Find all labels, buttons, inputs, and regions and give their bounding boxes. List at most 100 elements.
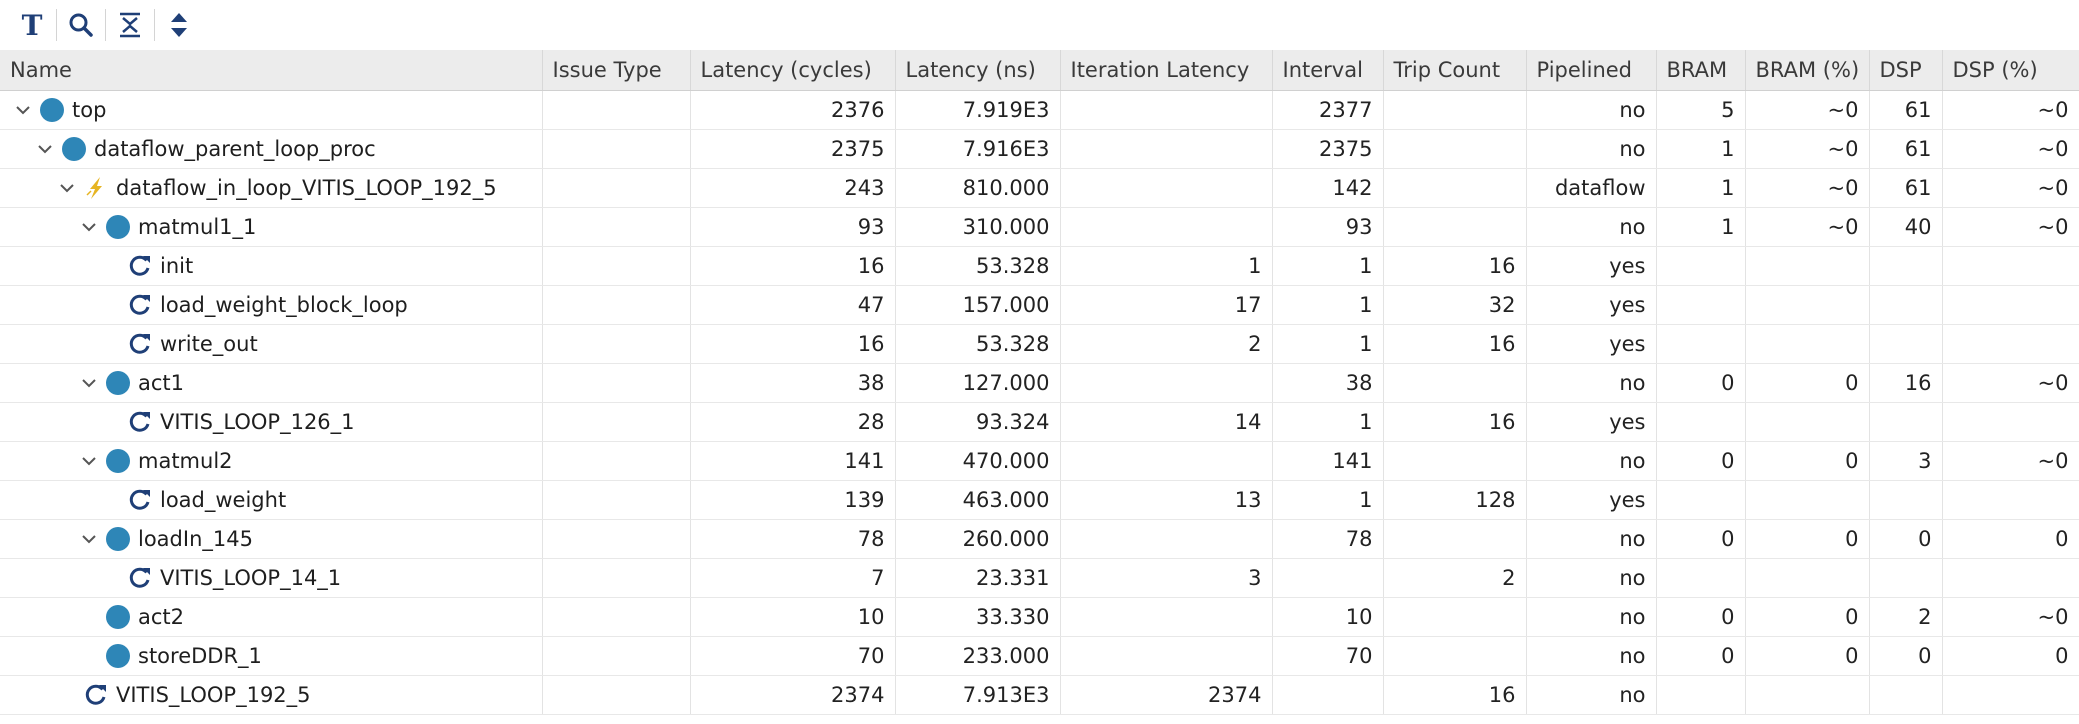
chevron-down-icon[interactable] [30, 140, 60, 158]
cell-trip-count: 16 [1383, 402, 1527, 442]
cell-bram: 0 [1745, 363, 1870, 403]
column-header-bram[interactable]: BRAM (%) [1745, 50, 1870, 91]
cell-dsp: 61 [1869, 168, 1943, 208]
table-row[interactable]: dataflow_in_loop_VITIS_LOOP_192_5 243 810.… [0, 168, 2079, 208]
table-row[interactable]: write_out 16 53.328 2 1 16 yes [0, 324, 2079, 364]
cell-trip-count [1383, 363, 1527, 403]
column-header-pipelined[interactable]: Pipelined [1526, 50, 1657, 91]
toolbar: T [0, 0, 2079, 50]
cell-latency-ns: 53.328 [895, 246, 1061, 286]
cell-pipelined: no [1526, 636, 1657, 676]
cell-pipelined: no [1526, 207, 1657, 247]
cell-bram [1656, 480, 1746, 520]
table-row[interactable]: load_weight_block_loop 47 157.000 17 1 32 yes [0, 285, 2079, 325]
cell-interval [1272, 558, 1384, 598]
row-name-label: dataflow_parent_loop_proc [94, 136, 376, 161]
row-name-label: VITIS_LOOP_14_1 [160, 565, 342, 590]
cell-trip-count: 16 [1383, 324, 1527, 364]
cell-pipelined: no [1526, 129, 1657, 169]
cell-dsp [1942, 558, 2079, 598]
table-row[interactable]: matmul1_1 93 310.000 93 no 1 ~0 40 ~0 [0, 207, 2079, 247]
chevron-down-icon[interactable] [74, 530, 104, 548]
loop-icon [126, 252, 154, 280]
table-row[interactable]: VITIS_LOOP_126_1 28 93.324 14 1 16 yes [0, 402, 2079, 442]
cell-pipelined: yes [1526, 285, 1657, 325]
collapse-all-button[interactable] [110, 5, 150, 45]
cell-bram [1745, 246, 1870, 286]
cell-latency-ns: 470.000 [895, 441, 1061, 481]
row-name-label: load_weight_block_loop [160, 292, 408, 317]
cell-dsp [1869, 480, 1943, 520]
cell-bram [1745, 480, 1870, 520]
cell-bram: 0 [1656, 441, 1746, 481]
column-header-name[interactable]: Name [0, 50, 543, 91]
cell-iteration-latency: 1 [1060, 246, 1273, 286]
cell-trip-count [1383, 90, 1527, 130]
column-header-dsp[interactable]: DSP (%) [1942, 50, 2079, 91]
cell-dsp [1869, 675, 1943, 715]
cell-interval: 1 [1272, 324, 1384, 364]
table-row[interactable]: init 16 53.328 1 1 16 yes [0, 246, 2079, 286]
cell-issue-type [542, 675, 691, 715]
cell-bram: 1 [1656, 168, 1746, 208]
text-format-button[interactable]: T [12, 5, 52, 45]
column-header-iteration-latency[interactable]: Iteration Latency [1060, 50, 1273, 91]
table-header-row: Name Issue Type Latency (cycles) Latency (n… [0, 50, 2079, 91]
cell-interval: 93 [1272, 207, 1384, 247]
module-dot-icon [104, 213, 132, 241]
table-row[interactable]: matmul2 141 470.000 141 no 0 0 3 ~0 [0, 441, 2079, 481]
name-cell: act2 [0, 597, 543, 637]
row-name-label: act2 [138, 604, 185, 629]
cell-iteration-latency [1060, 207, 1273, 247]
table-row[interactable]: VITIS_LOOP_14_1 7 23.331 3 2 no [0, 558, 2079, 598]
cell-latency-ns: 7.916E3 [895, 129, 1061, 169]
cell-issue-type [542, 402, 691, 442]
cell-latency-ns: 93.324 [895, 402, 1061, 442]
cell-interval: 2377 [1272, 90, 1384, 130]
search-button[interactable] [61, 5, 101, 45]
chevron-down-icon[interactable] [8, 101, 38, 119]
cell-bram [1745, 402, 1870, 442]
cell-trip-count: 16 [1383, 246, 1527, 286]
table-row[interactable]: load_weight 139 463.000 13 1 128 yes [0, 480, 2079, 520]
table-row[interactable]: act2 10 33.330 10 no 0 0 2 ~0 [0, 597, 2079, 637]
table-row[interactable]: top 2376 7.919E3 2377 no 5 ~0 61 ~0 [0, 90, 2079, 130]
cell-interval: 1 [1272, 402, 1384, 442]
cell-interval: 1 [1272, 246, 1384, 286]
table-row[interactable]: storeDDR_1 70 233.000 70 no 0 0 0 0 [0, 636, 2079, 676]
chevron-down-icon[interactable] [74, 374, 104, 392]
expand-all-button[interactable] [159, 5, 199, 45]
results-table: Name Issue Type Latency (cycles) Latency (n… [0, 50, 2079, 715]
row-name-label: init [160, 253, 194, 278]
chevron-down-icon[interactable] [74, 218, 104, 236]
module-dot-icon [104, 603, 132, 631]
column-header-interval[interactable]: Interval [1272, 50, 1384, 91]
cell-interval: 10 [1272, 597, 1384, 637]
cell-issue-type [542, 207, 691, 247]
table-row[interactable]: VITIS_LOOP_192_5 2374 7.913E3 2374 16 no [0, 675, 2079, 715]
cell-interval: 2375 [1272, 129, 1384, 169]
column-header-dsp[interactable]: DSP [1869, 50, 1943, 91]
cell-pipelined: no [1526, 90, 1657, 130]
column-header-bram[interactable]: BRAM [1656, 50, 1746, 91]
cell-latency-ns: 260.000 [895, 519, 1061, 559]
column-header-latency-cycles[interactable]: Latency (cycles) [690, 50, 896, 91]
cell-dsp: 0 [1869, 636, 1943, 676]
table-row[interactable]: act1 38 127.000 38 no 0 0 16 ~0 [0, 363, 2079, 403]
row-name-label: matmul1_1 [138, 214, 257, 239]
table-row[interactable]: loadIn_145 78 260.000 78 no 0 0 0 0 [0, 519, 2079, 559]
cell-trip-count [1383, 441, 1527, 481]
cell-bram [1745, 285, 1870, 325]
chevron-down-icon[interactable] [74, 452, 104, 470]
cell-pipelined: yes [1526, 324, 1657, 364]
chevron-down-icon[interactable] [52, 179, 82, 197]
column-header-trip-count[interactable]: Trip Count [1383, 50, 1527, 91]
cell-trip-count: 128 [1383, 480, 1527, 520]
cell-issue-type [542, 636, 691, 676]
cell-issue-type [542, 168, 691, 208]
cell-bram [1745, 558, 1870, 598]
table-row[interactable]: dataflow_parent_loop_proc 2375 7.916E3 2375… [0, 129, 2079, 169]
column-header-issue-type[interactable]: Issue Type [542, 50, 691, 91]
column-header-latency-ns[interactable]: Latency (ns) [895, 50, 1061, 91]
module-dot-icon [104, 642, 132, 670]
